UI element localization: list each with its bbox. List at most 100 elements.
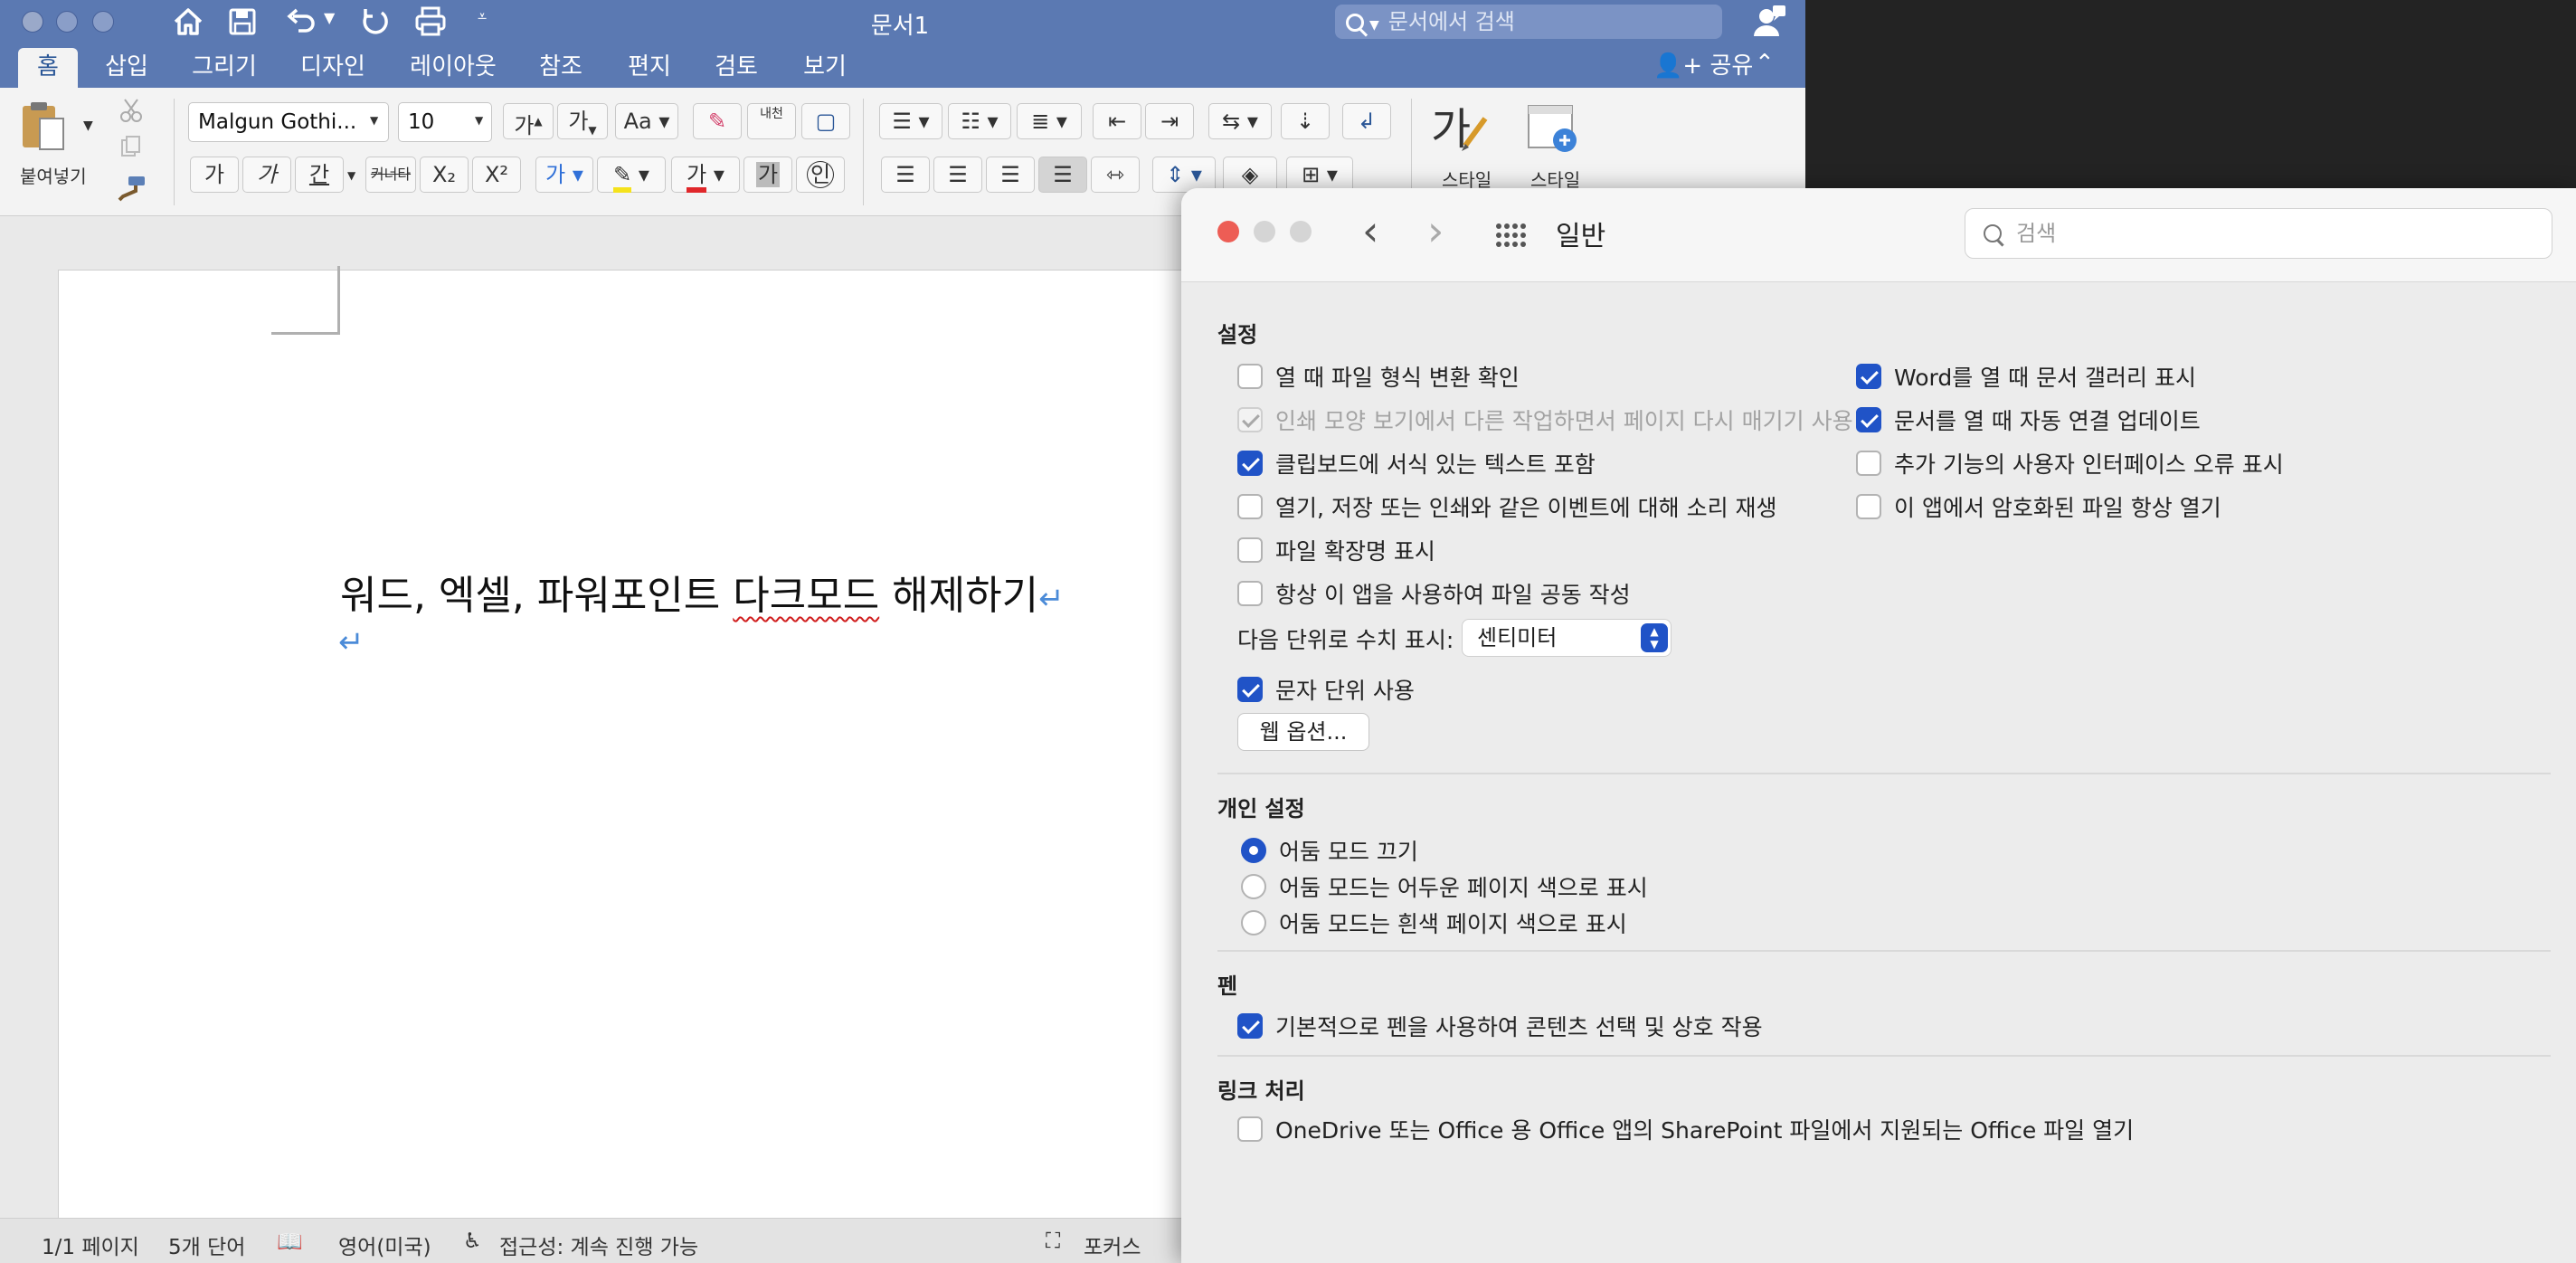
checkbox[interactable] [1856,494,1881,519]
radio-dark-mode-off[interactable]: 어둠 모드 끄기 [1241,834,1418,867]
accessibility-status[interactable]: 접근성: 계속 진행 가능 [499,1230,698,1260]
option-char-units[interactable]: 문자 단위 사용 [1237,673,1415,706]
focus-mode[interactable]: 포커스 [1084,1230,1141,1260]
option-clipboard-rich-text[interactable]: 클립보드에 서식 있는 텍스트 포함 [1237,447,1596,480]
tab-view[interactable]: 보기 [796,48,854,88]
align-left-button[interactable]: ☰ [881,157,930,193]
preferences-search-input[interactable]: 검색 [1965,208,2552,259]
option-confirm-conversion[interactable]: 열 때 파일 형식 변환 확인 [1237,360,1520,393]
radio-dark-mode-dark-page[interactable]: 어둠 모드는 어두운 페이지 색으로 표시 [1241,870,1648,903]
radio-button[interactable] [1241,910,1266,935]
bold-button[interactable]: 가 [190,157,239,193]
tab-draw[interactable]: 그리기 [186,48,262,88]
shading-button[interactable]: ◈ [1223,157,1277,193]
misspelled-word[interactable]: 다크모드 [733,573,879,619]
char-border-button[interactable]: ▢ [801,103,850,139]
back-icon[interactable]: ‹ [1362,208,1378,253]
copy-icon[interactable] [119,135,143,158]
underline-dropdown-icon[interactable]: ▼ [347,169,355,182]
sort-button[interactable]: ⇣ [1281,103,1330,139]
tab-references[interactable]: 참조 [532,48,590,88]
option-open-encrypted[interactable]: 이 앱에서 암호화된 파일 항상 열기 [1856,490,2221,523]
save-icon[interactable] [226,4,259,40]
text-effects-button[interactable]: 가 ▾ [535,157,593,193]
checkbox[interactable] [1237,1013,1263,1039]
checkbox[interactable] [1237,494,1263,519]
font-color-button[interactable]: 가 ▾ [671,157,740,193]
redo-icon[interactable] [356,4,393,40]
collapse-ribbon-icon[interactable]: ⌃ [1755,50,1775,77]
option-play-sounds[interactable]: 열기, 저장 또는 인쇄와 같은 이벤트에 대해 소리 재생 [1237,490,1777,523]
increase-indent-button[interactable]: ⇥ [1145,103,1194,139]
tab-insert[interactable]: 삽입 [98,48,156,88]
checkbox[interactable] [1856,364,1881,389]
subscript-button[interactable]: X₂ [420,157,469,193]
align-center-button[interactable]: ☰ [933,157,982,193]
paste-dropdown-icon[interactable]: ▼ [83,119,93,133]
distribute-button[interactable]: ⇿ [1091,157,1140,193]
option-coauthor[interactable]: 항상 이 앱을 사용하여 파일 공동 작성 [1237,577,1631,610]
radio-button[interactable] [1241,838,1266,863]
show-all-grid-icon[interactable] [1494,223,1529,248]
checkbox[interactable] [1237,451,1263,476]
multilevel-list-button[interactable]: ≣ ▾ [1017,103,1082,139]
units-select[interactable]: 센티미터 ▲ ▼ [1462,619,1672,657]
undo-icon[interactable] [282,4,318,40]
window-minimize-button[interactable] [56,11,78,33]
strikethrough-button[interactable]: 커너타 [365,157,416,193]
account-icon[interactable] [1751,4,1787,40]
show-marks-button[interactable]: ↲ [1342,103,1391,139]
enclose-char-button[interactable]: 인 [796,157,845,193]
align-right-button[interactable]: ☰ [986,157,1035,193]
option-addin-errors[interactable]: 추가 기능의 사용자 인터페이스 오류 표시 [1856,447,2284,480]
option-pen-select[interactable]: 기본적으로 펜을 사용하여 콘텐츠 선택 및 상호 작용 [1237,1010,1763,1042]
undo-dropdown-icon[interactable]: ▼ [324,9,335,26]
document-search-input[interactable]: ▼ 문서에서 검색 [1335,5,1722,39]
cut-icon[interactable] [118,97,145,124]
option-document-gallery[interactable]: Word를 열 때 문서 갤러리 표시 [1856,360,2196,393]
format-painter-icon[interactable] [116,175,147,202]
tab-mailings[interactable]: 편지 [620,48,678,88]
line-spacing-button[interactable]: ⇕ ▾ [1152,157,1216,193]
checkbox[interactable] [1856,451,1881,476]
italic-button[interactable]: 가 [242,157,291,193]
print-icon[interactable] [412,4,449,40]
radio-dark-mode-white-page[interactable]: 어둠 모드는 흰색 페이지 색으로 표시 [1241,907,1627,939]
tab-layout[interactable]: 레이아웃 [403,48,503,88]
char-shading-button[interactable]: 가 [743,157,792,193]
customize-toolbar-icon[interactable]: ⩡ [478,7,487,26]
phonetic-guide-button[interactable]: 내천 [747,103,796,139]
window-zoom-button[interactable] [92,11,114,33]
font-size-select[interactable]: 10 ▼ [398,102,492,142]
underline-button[interactable]: 간 [295,157,344,193]
checkbox[interactable] [1237,537,1263,563]
web-options-button[interactable]: 웹 옵션... [1237,713,1369,751]
borders-button[interactable]: ⊞ ▾ [1286,157,1353,193]
styles-pane-icon[interactable] [1525,100,1583,158]
highlight-button[interactable]: ✎ ▾ [597,157,666,193]
checkbox[interactable] [1856,407,1881,432]
window-close-button[interactable] [22,11,43,33]
bullets-button[interactable]: ☰ ▾ [879,103,942,139]
page-count[interactable]: 1/1 페이지 [42,1230,139,1260]
option-show-extensions[interactable]: 파일 확장명 표시 [1237,534,1435,566]
document-text[interactable]: 워드, 엑셀, 파워포인트 다크모드 해제하기↵ [340,563,1065,621]
prefs-zoom-button[interactable] [1290,221,1312,242]
word-count[interactable]: 5개 단어 [168,1230,245,1260]
checkbox[interactable] [1237,581,1263,606]
checkbox[interactable] [1237,364,1263,389]
tab-home[interactable]: 홈 [18,48,78,88]
prefs-close-button[interactable] [1217,221,1239,242]
radio-button[interactable] [1241,874,1266,899]
option-open-sharepoint-in-office[interactable]: OneDrive 또는 Office 용 Office 앱의 SharePoin… [1237,1113,2134,1145]
checkbox[interactable] [1237,1116,1263,1142]
numbering-button[interactable]: ☷ ▾ [948,103,1011,139]
language[interactable]: 영어(미국) [338,1230,431,1260]
home-icon[interactable] [170,4,206,40]
proofing-icon[interactable]: 📖 [277,1230,303,1254]
font-name-select[interactable]: Malgun Gothi... ▼ [188,102,389,142]
forward-icon[interactable]: › [1427,208,1444,253]
clear-formatting-button[interactable]: ✎ [693,103,742,139]
grow-font-button[interactable]: 가▲ [503,103,554,139]
option-update-links[interactable]: 문서를 열 때 자동 연결 업데이트 [1856,404,2201,436]
